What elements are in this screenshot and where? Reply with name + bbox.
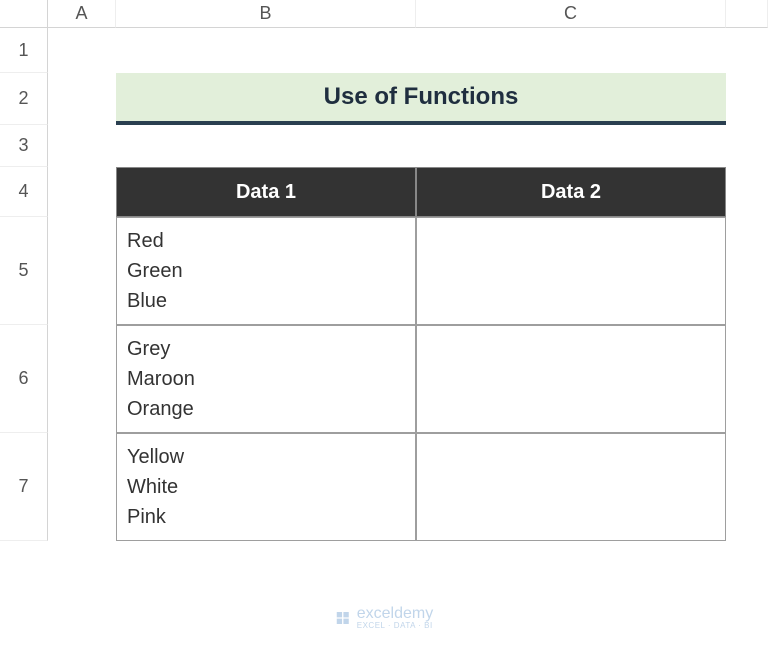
- column-header-a[interactable]: A: [48, 0, 116, 28]
- cell-a3[interactable]: [48, 125, 116, 167]
- row-header-4[interactable]: 4: [0, 167, 48, 217]
- cell-a5[interactable]: [48, 217, 116, 325]
- watermark-main: exceldemy: [357, 606, 433, 622]
- cell-d3[interactable]: [726, 125, 768, 167]
- cell-b5[interactable]: Red Green Blue: [116, 217, 416, 325]
- table-header-data2[interactable]: Data 2: [416, 167, 726, 217]
- cell-d2[interactable]: [726, 73, 768, 125]
- row-header-3[interactable]: 3: [0, 125, 48, 167]
- cell-a2[interactable]: [48, 73, 116, 125]
- row-header-6[interactable]: 6: [0, 325, 48, 433]
- column-header-b[interactable]: B: [116, 0, 416, 28]
- cell-b7[interactable]: Yellow White Pink: [116, 433, 416, 541]
- cell-c3[interactable]: [416, 125, 726, 167]
- watermark-sub: EXCEL · DATA · BI: [357, 622, 433, 630]
- cell-d1[interactable]: [726, 28, 768, 73]
- cell-d7[interactable]: [726, 433, 768, 541]
- title-cell[interactable]: Use of Functions: [116, 73, 726, 125]
- cell-a6[interactable]: [48, 325, 116, 433]
- spreadsheet-grid: A B C 1 2 Use of Functions 3 4 Data 1 Da…: [0, 0, 768, 541]
- cell-d6[interactable]: [726, 325, 768, 433]
- cell-a4[interactable]: [48, 167, 116, 217]
- column-header-c[interactable]: C: [416, 0, 726, 28]
- cell-a7[interactable]: [48, 433, 116, 541]
- row-header-5[interactable]: 5: [0, 217, 48, 325]
- cell-b6[interactable]: Grey Maroon Orange: [116, 325, 416, 433]
- watermark-logo-icon: [335, 610, 351, 626]
- table-header-data1[interactable]: Data 1: [116, 167, 416, 217]
- cell-b3[interactable]: [116, 125, 416, 167]
- cell-c7[interactable]: [416, 433, 726, 541]
- watermark: exceldemy EXCEL · DATA · BI: [335, 606, 433, 630]
- select-all-corner[interactable]: [0, 0, 48, 28]
- column-header-d[interactable]: [726, 0, 768, 28]
- cell-a1[interactable]: [48, 28, 116, 73]
- row-header-1[interactable]: 1: [0, 28, 48, 73]
- cell-c6[interactable]: [416, 325, 726, 433]
- cell-d5[interactable]: [726, 217, 768, 325]
- cell-d4[interactable]: [726, 167, 768, 217]
- row-header-7[interactable]: 7: [0, 433, 48, 541]
- row-header-2[interactable]: 2: [0, 73, 48, 125]
- cell-c1[interactable]: [416, 28, 726, 73]
- cell-b1[interactable]: [116, 28, 416, 73]
- cell-c5[interactable]: [416, 217, 726, 325]
